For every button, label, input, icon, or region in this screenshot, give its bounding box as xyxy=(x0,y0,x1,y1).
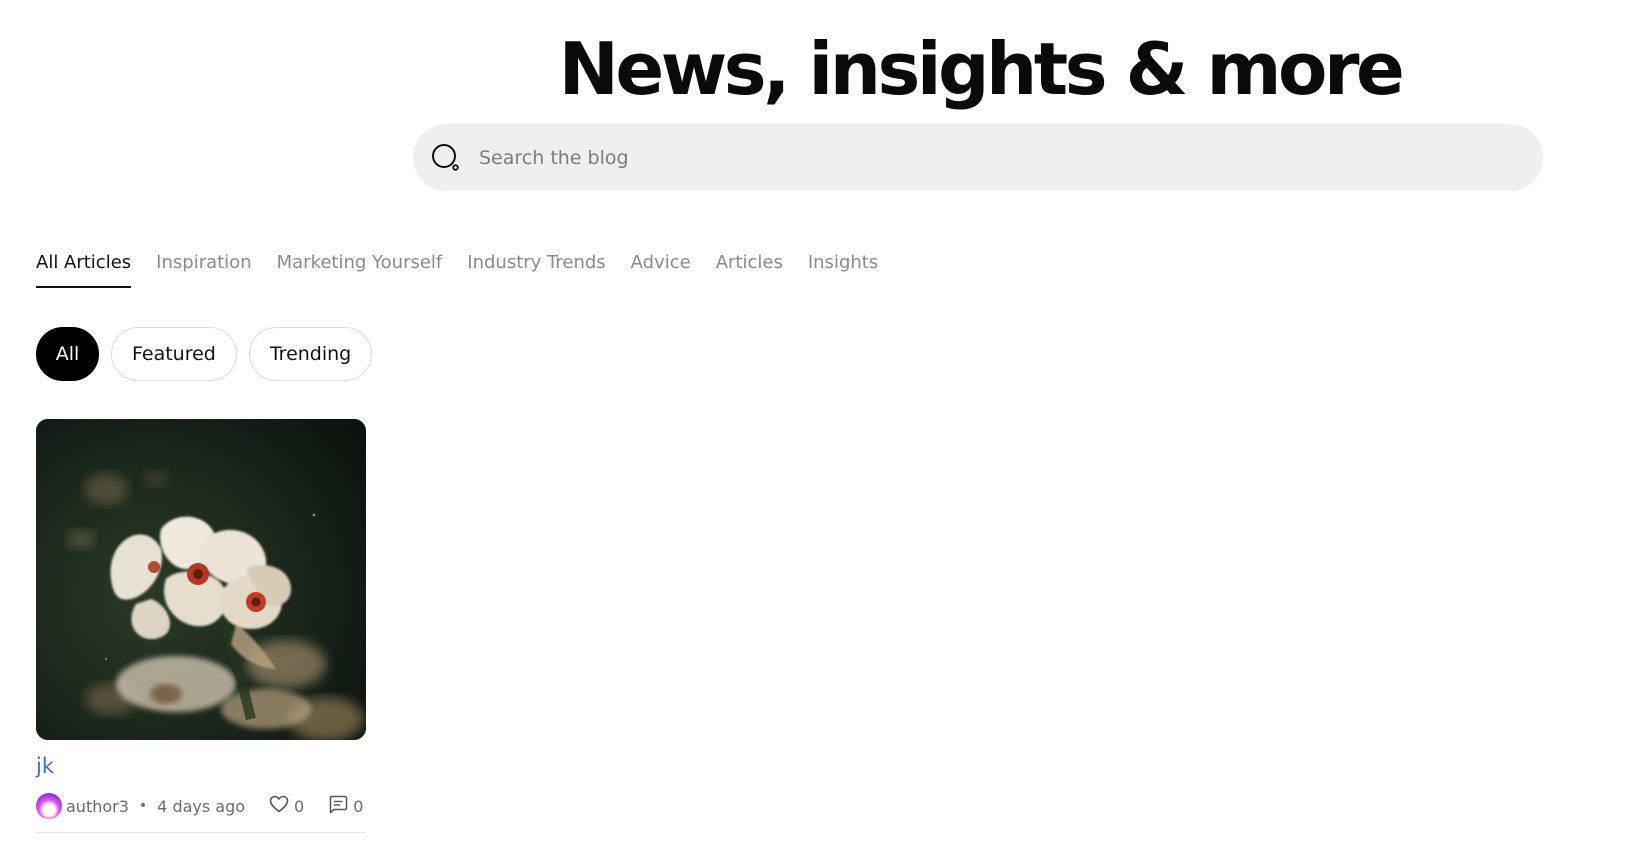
filter-all-button[interactable]: All xyxy=(36,327,99,381)
comment-count: 0 xyxy=(353,796,364,816)
search-icon xyxy=(431,143,461,173)
meta-separator: • xyxy=(138,798,148,814)
tab-industry-trends[interactable]: Industry Trends xyxy=(467,248,605,288)
post-cover-image[interactable] xyxy=(36,419,366,740)
like-count: 0 xyxy=(294,796,305,816)
post-title-link[interactable]: jk xyxy=(36,750,366,782)
post-time: 4 days ago xyxy=(157,796,246,816)
filter-pills: All Featured Trending xyxy=(36,327,373,381)
filter-trending-button[interactable]: Trending xyxy=(248,327,373,381)
search-input[interactable] xyxy=(477,136,1521,179)
tab-articles[interactable]: Articles xyxy=(716,248,783,288)
comments-button[interactable]: 0 xyxy=(328,795,363,818)
tab-marketing-yourself[interactable]: Marketing Yourself xyxy=(277,248,443,288)
page-title: News, insights & more xyxy=(558,27,1405,111)
category-tabs: All Articles Inspiration Marketing Yours… xyxy=(36,248,903,290)
search-bar[interactable] xyxy=(413,124,1543,191)
comment-icon xyxy=(328,795,348,818)
tab-advice[interactable]: Advice xyxy=(631,248,691,288)
post-card: jk author3 • 4 days ago 0 0 xyxy=(36,419,366,833)
author-avatar[interactable] xyxy=(36,793,62,819)
card-divider xyxy=(36,832,366,833)
tab-insights[interactable]: Insights xyxy=(808,248,878,288)
tab-all-articles[interactable]: All Articles xyxy=(36,248,132,288)
heart-icon xyxy=(269,795,289,817)
post-meta: author3 • 4 days ago 0 0 xyxy=(36,792,366,820)
like-button[interactable]: 0 xyxy=(269,795,304,817)
filter-featured-button[interactable]: Featured xyxy=(111,327,237,381)
blog-page: News, insights & more All Articles Inspi… xyxy=(0,0,1637,858)
tab-inspiration[interactable]: Inspiration xyxy=(156,248,251,288)
post-author[interactable]: author3 xyxy=(66,797,129,816)
